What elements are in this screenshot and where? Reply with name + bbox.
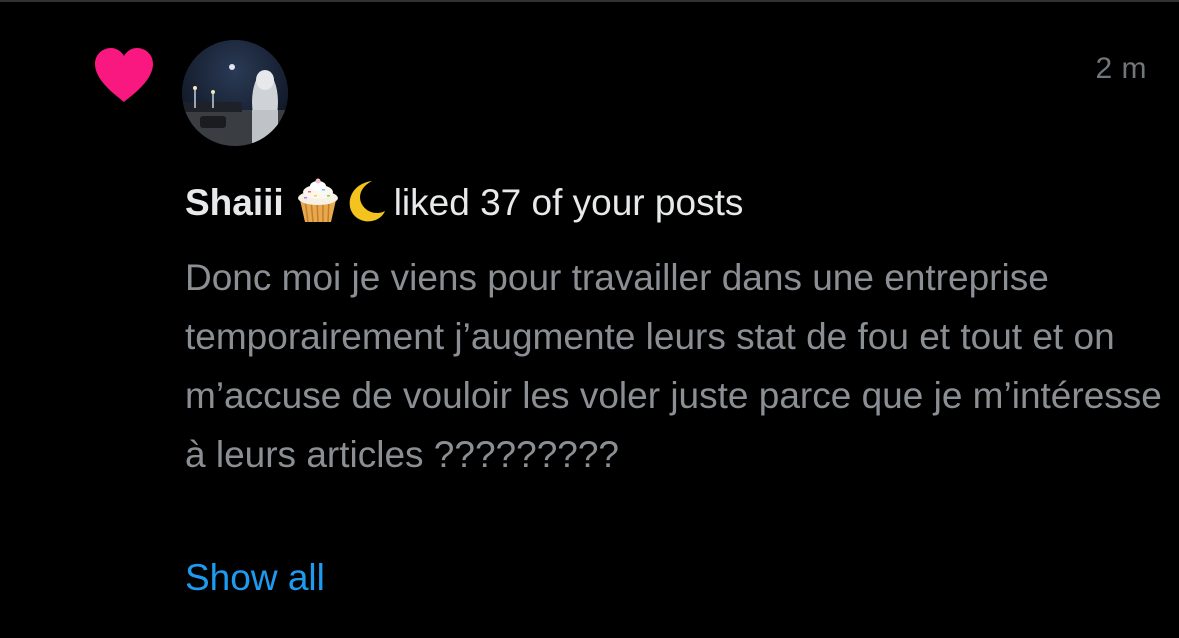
notification-headline: Shaiii liked 37 of your posts (185, 178, 744, 226)
post-text: Donc moi je viens pour travailler dans u… (185, 257, 1162, 475)
avatar[interactable] (182, 40, 288, 146)
action-text: liked 37 of your posts (393, 182, 744, 223)
top-divider (0, 0, 1179, 2)
cupcake-icon (297, 178, 338, 223)
crescent-moon-icon (349, 181, 385, 222)
heart-icon (95, 48, 153, 102)
show-all-link[interactable]: Show all (185, 555, 325, 601)
username[interactable]: Shaiii (185, 182, 284, 223)
timestamp: 2 m (1095, 52, 1147, 85)
